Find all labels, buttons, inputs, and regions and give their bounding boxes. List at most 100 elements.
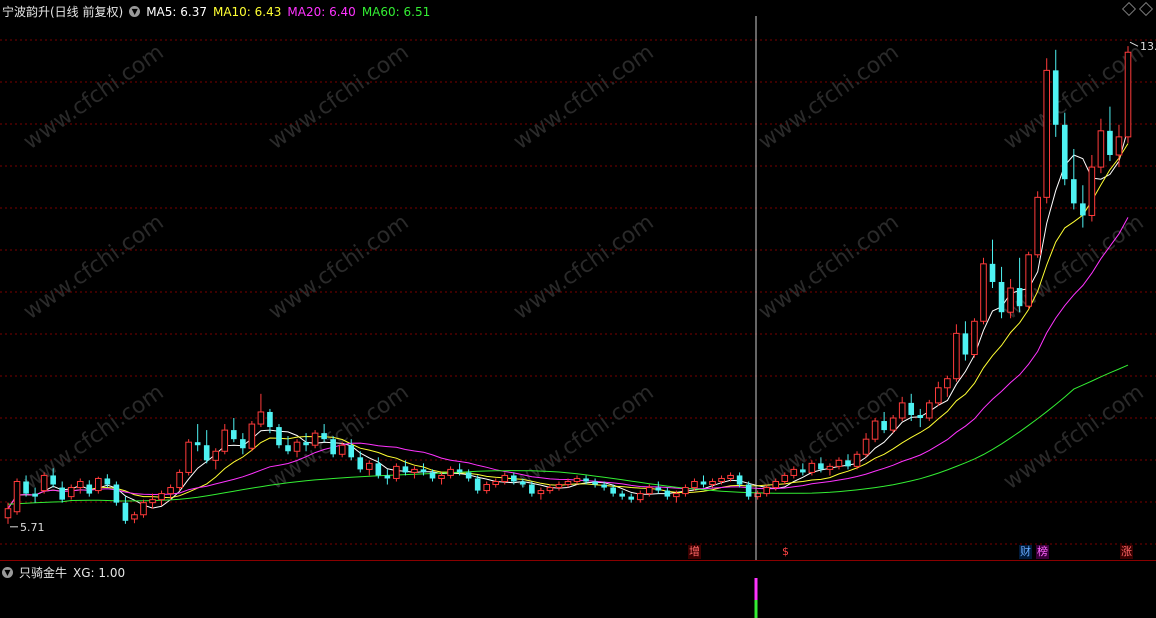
candle-down <box>303 442 309 446</box>
candle-up <box>889 417 897 431</box>
candle-up <box>1124 51 1132 138</box>
candle-up <box>944 378 951 389</box>
candle-up <box>1097 130 1105 168</box>
event-tag-bang[interactable]: 榜 <box>1036 545 1049 559</box>
event-tag-dollar[interactable]: $ <box>781 545 790 559</box>
candle-down <box>330 439 336 455</box>
candle-down <box>104 478 111 485</box>
watermark-text: www.cfchi.com <box>999 380 1148 495</box>
candle-up <box>13 480 21 513</box>
candle-up <box>636 493 644 501</box>
candle-up <box>1088 166 1096 216</box>
candle-up <box>808 462 816 473</box>
candle-down <box>800 469 806 473</box>
candle-up <box>853 453 861 467</box>
candle-down <box>601 484 607 488</box>
candle-up <box>1007 287 1014 313</box>
candle-down <box>610 487 616 494</box>
candle-down <box>86 484 93 494</box>
candle-up <box>447 468 454 476</box>
candle-up <box>971 320 978 356</box>
candle-down <box>583 478 589 482</box>
candle-up <box>1115 136 1123 156</box>
signal-bar-top <box>754 578 758 600</box>
candle-up <box>311 432 319 446</box>
candle-up <box>645 487 653 495</box>
candle-down <box>700 481 707 485</box>
watermark-text: www.cfchi.com <box>999 210 1148 325</box>
candle-up <box>1043 69 1051 198</box>
candle-up <box>935 387 942 404</box>
candle-up <box>293 441 301 452</box>
candle-up <box>221 429 229 452</box>
indicator-pane[interactable]: ▼ 只骑金牛 XG: 1.00 <box>0 560 1156 618</box>
watermark-text: www.cfchi.com <box>509 380 658 495</box>
chevron-down-icon[interactable]: ▼ <box>2 567 13 578</box>
candle-up <box>438 474 445 479</box>
candle-down <box>619 493 625 497</box>
stock-name-label[interactable]: 宁波韵升(日线 前复权) <box>2 3 123 20</box>
candle-up <box>393 465 400 479</box>
candle-up <box>925 402 933 419</box>
event-tag-zhang[interactable]: 涨 <box>1120 545 1133 559</box>
indicator-name[interactable]: 只骑金牛 <box>19 564 67 581</box>
candle-up <box>763 487 771 495</box>
kline-chart[interactable]: www.cfchi.com www.cfchi.com www.cfchi.com w… <box>0 0 1156 560</box>
candle-up <box>149 499 156 504</box>
ma10-label: MA10: 6.43 <box>212 4 282 19</box>
candle-down <box>420 469 427 473</box>
candle-up <box>718 477 725 482</box>
candle-down <box>592 481 598 485</box>
event-tag-cai[interactable]: 财 <box>1019 545 1032 559</box>
candle-up <box>158 493 165 501</box>
candle-down <box>745 484 752 497</box>
candle-up <box>365 462 373 470</box>
candle-down <box>321 433 327 440</box>
candle-up <box>898 402 906 419</box>
candle-down <box>520 481 526 485</box>
chevron-down-icon[interactable]: ▼ <box>129 6 141 17</box>
candle-up <box>4 508 12 519</box>
candle-up <box>67 487 75 498</box>
watermark-text: www.cfchi.com <box>264 210 413 325</box>
candle-down <box>194 442 201 446</box>
watermark-text: www.cfchi.com <box>754 210 903 325</box>
event-tag-zeng[interactable]: 增 <box>688 545 701 559</box>
candle-up <box>980 263 987 322</box>
candle-down <box>881 421 887 431</box>
candle-up <box>338 444 346 455</box>
watermark-text: www.cfchi.com <box>19 210 168 325</box>
candle-up <box>953 332 960 380</box>
candle-down <box>456 469 463 473</box>
candle-down <box>664 490 671 497</box>
candle-down <box>231 430 237 440</box>
candle-up <box>709 480 716 486</box>
candle-down <box>375 463 382 476</box>
candle-down <box>962 333 969 355</box>
candle-down <box>736 475 743 485</box>
candle-down <box>511 475 517 482</box>
indicator-chart <box>754 578 758 618</box>
candle-down <box>465 472 472 479</box>
candle-down <box>113 484 120 503</box>
candle-up <box>781 474 789 482</box>
candle-down <box>1107 130 1113 156</box>
candle-down <box>908 402 915 415</box>
candle-up <box>546 487 554 492</box>
candle-down <box>474 478 481 491</box>
candle-up <box>185 441 192 473</box>
candle-down <box>429 472 436 479</box>
candle-up <box>871 420 879 440</box>
candle-down <box>1052 70 1059 125</box>
candle-up <box>95 477 102 492</box>
candle-down <box>845 460 851 467</box>
indicator-value: XG: 1.00 <box>73 565 126 580</box>
candle-down <box>655 487 662 491</box>
candle-up <box>1025 254 1032 307</box>
watermark-text: www.cfchi.com <box>19 40 168 155</box>
candle-down <box>285 445 291 452</box>
kline-chart-pane[interactable]: www.cfchi.com www.cfchi.com www.cfchi.com w… <box>0 0 1156 560</box>
candle-up <box>140 502 147 516</box>
candle-up <box>772 480 780 489</box>
candle-down <box>998 281 1005 313</box>
